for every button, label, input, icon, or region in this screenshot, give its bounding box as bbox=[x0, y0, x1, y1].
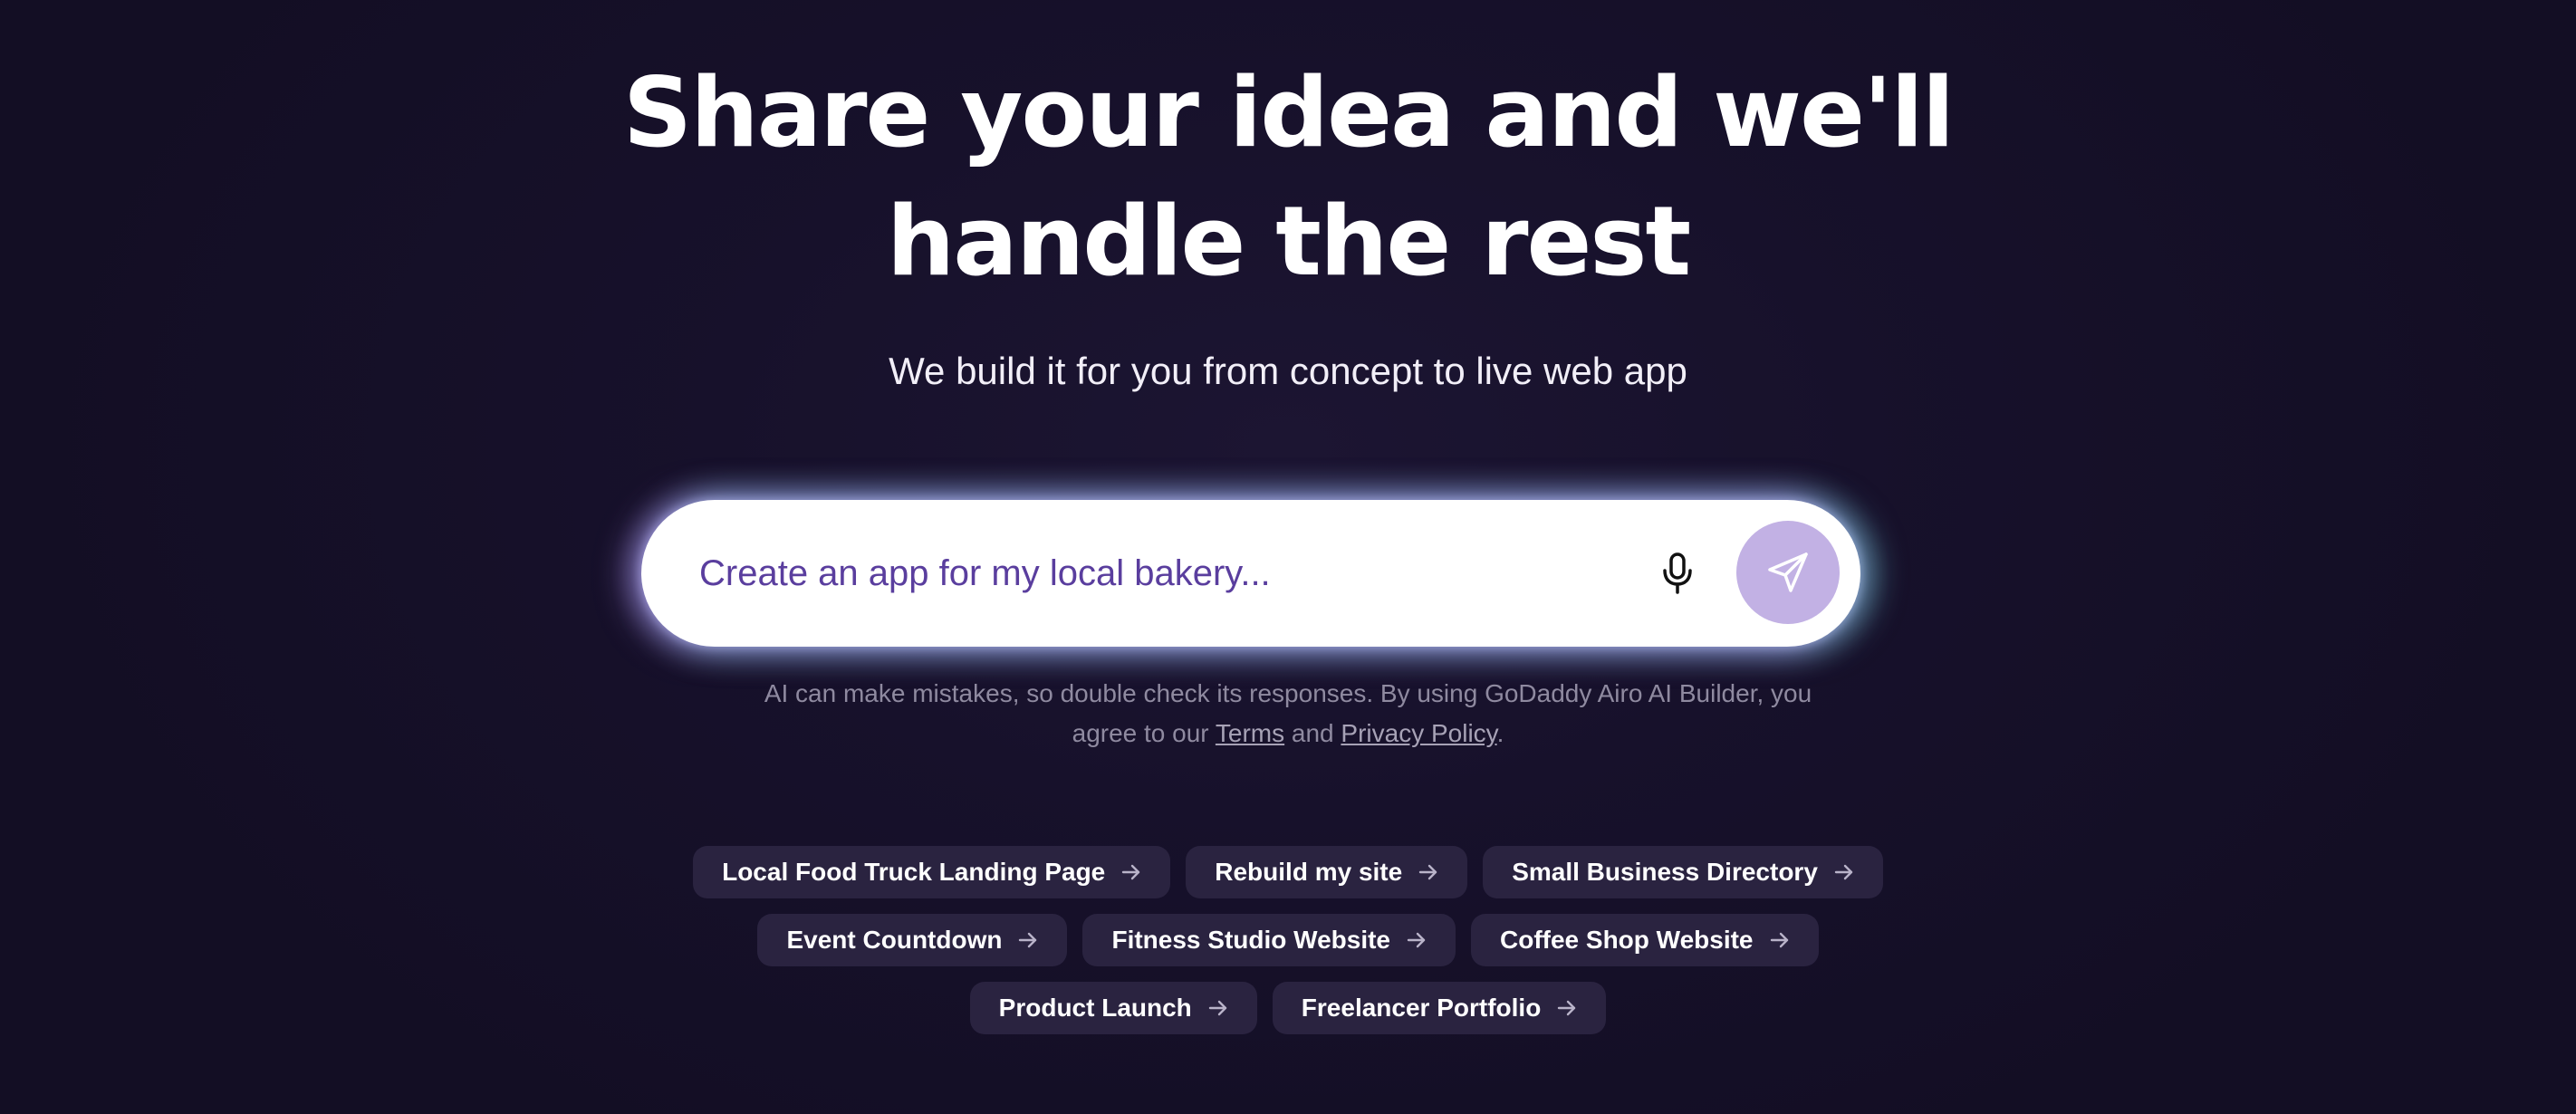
microphone-button[interactable] bbox=[1650, 546, 1705, 600]
suggestion-row-2: Event Countdown Fitness Studio Website C… bbox=[634, 914, 1942, 966]
disclaimer: AI can make mistakes, so double check it… bbox=[745, 674, 1831, 754]
suggestion-label: Coffee Shop Website bbox=[1500, 926, 1754, 954]
suggestion-chip[interactable]: Event Countdown bbox=[757, 914, 1068, 966]
suggestion-chip[interactable]: Local Food Truck Landing Page bbox=[693, 846, 1171, 898]
prompt-box bbox=[641, 500, 1860, 647]
suggestion-chip[interactable]: Coffee Shop Website bbox=[1471, 914, 1819, 966]
prompt-input[interactable] bbox=[699, 500, 1605, 647]
arrow-right-icon bbox=[1770, 932, 1790, 948]
disclaimer-and: and bbox=[1284, 719, 1341, 747]
suggestion-label: Local Food Truck Landing Page bbox=[722, 858, 1106, 886]
arrow-right-icon bbox=[1557, 1000, 1577, 1016]
arrow-right-icon bbox=[1208, 1000, 1228, 1016]
arrow-right-icon bbox=[1121, 864, 1141, 880]
arrow-right-icon bbox=[1834, 864, 1854, 880]
suggestion-label: Event Countdown bbox=[786, 926, 1003, 954]
disclaimer-end: . bbox=[1496, 719, 1504, 747]
terms-link[interactable]: Terms bbox=[1216, 719, 1284, 747]
suggestion-label: Small Business Directory bbox=[1512, 858, 1818, 886]
microphone-icon bbox=[1663, 552, 1692, 594]
suggestion-label: Rebuild my site bbox=[1215, 858, 1403, 886]
headline-line-2: handle the rest bbox=[886, 186, 1691, 297]
send-icon bbox=[1768, 552, 1808, 592]
suggestion-chip[interactable]: Product Launch bbox=[969, 982, 1257, 1034]
suggestion-row-1: Local Food Truck Landing Page Rebuild my… bbox=[634, 846, 1942, 898]
arrow-right-icon bbox=[1418, 864, 1438, 880]
suggestion-chips: Local Food Truck Landing Page Rebuild my… bbox=[634, 846, 1942, 1050]
suggestion-label: Fitness Studio Website bbox=[1111, 926, 1390, 954]
suggestion-row-3: Product Launch Freelancer Portfolio bbox=[634, 982, 1942, 1034]
send-button[interactable] bbox=[1736, 521, 1840, 624]
suggestion-chip[interactable]: Small Business Directory bbox=[1483, 846, 1883, 898]
headline-line-1: Share your idea and we'll bbox=[622, 57, 1955, 168]
suggestion-chip[interactable]: Rebuild my site bbox=[1186, 846, 1468, 898]
privacy-policy-link[interactable]: Privacy Policy bbox=[1341, 719, 1496, 747]
arrow-right-icon bbox=[1407, 932, 1427, 948]
suggestion-chip[interactable]: Fitness Studio Website bbox=[1082, 914, 1456, 966]
suggestion-label: Product Launch bbox=[998, 994, 1192, 1022]
page-subtitle: We build it for you from concept to live… bbox=[889, 350, 1687, 392]
arrow-right-icon bbox=[1018, 932, 1038, 948]
page-title: Share your idea and we'll handle the res… bbox=[0, 49, 2576, 306]
suggestion-chip[interactable]: Freelancer Portfolio bbox=[1272, 982, 1607, 1034]
suggestion-label: Freelancer Portfolio bbox=[1301, 994, 1542, 1022]
